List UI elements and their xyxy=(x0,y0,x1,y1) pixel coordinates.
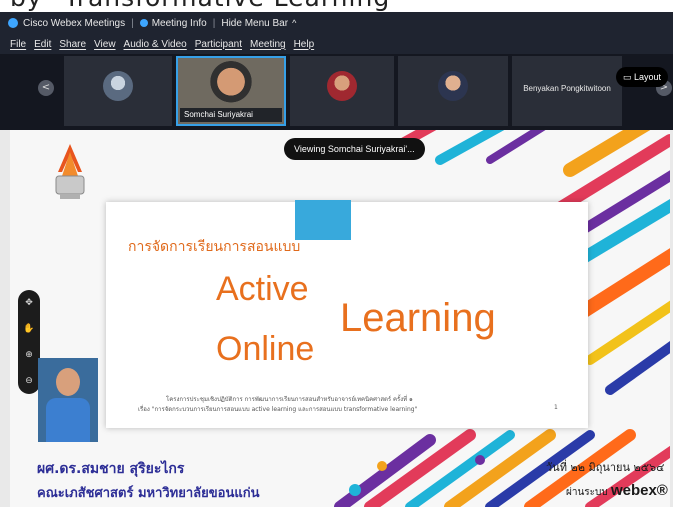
layout-icon: ▭ xyxy=(622,72,632,82)
layout-label: Layout xyxy=(634,72,662,82)
webex-brand: webex® xyxy=(610,482,668,499)
slide-word-online: Online xyxy=(216,330,315,368)
menu-file[interactable]: File xyxy=(10,39,26,50)
slide-card: การจัดการเรียนการสอนแบบ Active Learning … xyxy=(106,200,588,428)
shared-content-area: Viewing Somchai Suriyakrai'... การจัดการ… xyxy=(0,130,673,507)
menu-participant[interactable]: Participant xyxy=(195,39,242,50)
self-view-video[interactable] xyxy=(38,358,98,442)
menu-help[interactable]: Help xyxy=(294,39,315,50)
slide-page-number: 1 xyxy=(554,404,558,411)
participant-name: Somchai Suriyakrai xyxy=(180,108,282,122)
layout-button[interactable]: ▭ Layout xyxy=(616,67,668,87)
presenter-faculty: คณะเภสัชศาสตร์ มหาวิทยาลัยขอนแก่น xyxy=(37,486,260,501)
viewing-indicator: Viewing Somchai Suriyakrai'... xyxy=(284,138,425,160)
via-platform: ผ่านระบบ webex® xyxy=(566,482,668,500)
webex-logo-icon xyxy=(8,18,18,28)
via-text: ผ่านระบบ xyxy=(566,487,608,498)
app-name: Cisco Webex Meetings xyxy=(23,17,126,29)
participant-name: Benyakan Pongkitwitoon xyxy=(523,84,611,93)
shared-slide: Viewing Somchai Suriyakrai'... การจัดการ… xyxy=(10,130,670,507)
avatar xyxy=(208,61,254,107)
zoom-out-icon[interactable]: ⊖ xyxy=(18,368,40,394)
slide-word-active: Active xyxy=(216,270,309,308)
avatar xyxy=(438,71,468,101)
participant-tile[interactable] xyxy=(64,56,172,126)
hide-menu-label: Hide Menu Bar xyxy=(221,17,289,29)
participant-filmstrip: Somchai Suriyakrai Benyakan Pongkitwitoo… xyxy=(0,54,673,130)
title-bar: Cisco Webex Meetings | Meeting Info | Hi… xyxy=(0,12,673,34)
meeting-info-button[interactable]: Meeting Info xyxy=(139,17,207,29)
avatar xyxy=(327,71,357,101)
avatar xyxy=(103,71,133,101)
participant-tile[interactable] xyxy=(398,56,508,126)
menu-audio-video[interactable]: Audio & Video xyxy=(124,39,187,50)
zoom-in-icon[interactable]: ⊕ xyxy=(18,342,40,368)
menu-meeting[interactable]: Meeting xyxy=(250,39,286,50)
event-date: วันที่ ๒๒ มิถุนายน ๒๕๖๔ xyxy=(546,461,665,474)
filmstrip-prev-button[interactable]: < xyxy=(38,80,54,96)
participant-tile[interactable]: Benyakan Pongkitwitoon xyxy=(512,56,622,126)
slide-footer-line2: เรื่อง "การจัดกระบวนการเรียนการสอนแบบ ac… xyxy=(138,406,418,413)
presenter-name: ผศ.ดร.สมชาย สุริยะไกร xyxy=(37,461,185,477)
slide-heading: การจัดการเรียนการสอนแบบ xyxy=(128,239,301,255)
self-view-body xyxy=(46,398,90,442)
self-view-face xyxy=(56,368,80,396)
participant-tile-active[interactable]: Somchai Suriyakrai xyxy=(176,56,286,126)
hide-menu-bar-button[interactable]: Hide Menu Bar ^ xyxy=(221,18,296,29)
info-icon xyxy=(139,19,148,27)
menu-share[interactable]: Share xyxy=(59,39,86,50)
slide-accent-block xyxy=(295,200,351,240)
menu-bar: File Edit Share View Audio & Video Parti… xyxy=(0,34,673,54)
caption-text: by "Transformative Learning" xyxy=(10,0,403,12)
chevron-up-icon: ^ xyxy=(292,18,297,28)
slide-word-learning: Learning xyxy=(340,296,496,340)
menu-edit[interactable]: Edit xyxy=(34,39,51,50)
zoom-control-panel: ✥ ✋ ⊕ ⊖ xyxy=(18,290,40,394)
hand-icon[interactable]: ✋ xyxy=(18,316,40,342)
menu-view[interactable]: View xyxy=(94,39,116,50)
meeting-info-label: Meeting Info xyxy=(151,17,207,29)
participant-tile[interactable] xyxy=(290,56,394,126)
slide-footer-line1: โครงการประชุมเชิงปฏิบัติการ การพัฒนาการเ… xyxy=(166,396,413,403)
pan-icon[interactable]: ✥ xyxy=(18,290,40,316)
university-crest-logo xyxy=(55,144,85,199)
caption-band: by "Transformative Learning" xyxy=(0,0,673,12)
